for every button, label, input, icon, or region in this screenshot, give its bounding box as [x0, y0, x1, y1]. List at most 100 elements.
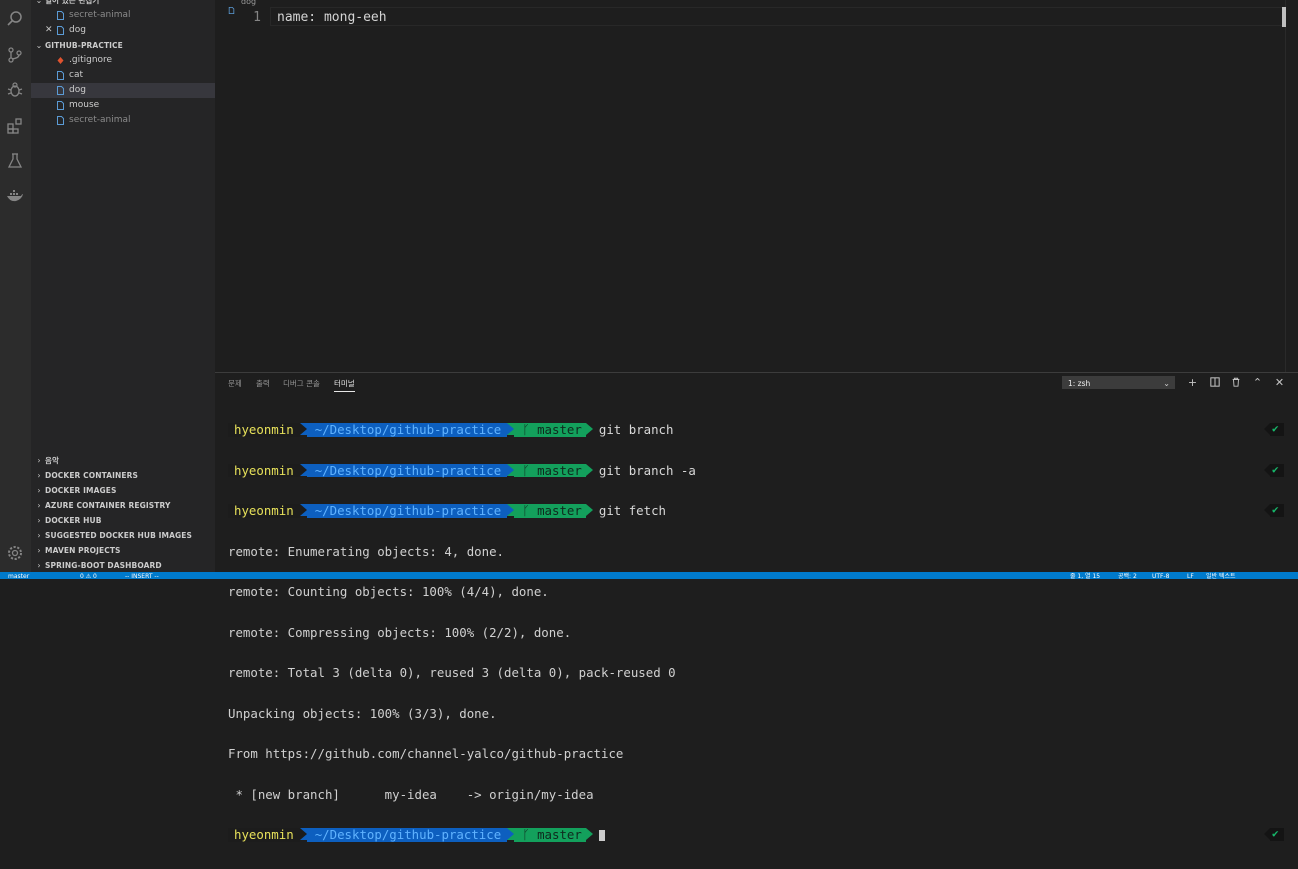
section-maven-projects[interactable]: › MAVEN PROJECTS — [31, 543, 215, 558]
status-check-icon: ✔ — [1264, 827, 1286, 841]
editor-area[interactable]: dog 1 name: mong-eeh — [215, 0, 1298, 372]
terminal-prompt-line[interactable]: hyeonmin ~/Desktop/github-practice ᚴ maste… — [228, 827, 1284, 842]
file-tree-item[interactable]: cat — [31, 68, 215, 83]
source-control-icon[interactable] — [4, 44, 26, 66]
project-folder-header[interactable]: ⌄ GITHUB-PRACTICE — [31, 38, 215, 53]
prompt-user: hyeonmin — [228, 828, 300, 842]
minimap[interactable] — [1285, 0, 1298, 372]
tab-debug-console[interactable]: 디버그 콘솔 — [283, 378, 320, 389]
status-indent[interactable]: 공백: 2 — [1118, 572, 1137, 581]
close-panel-icon[interactable]: ✕ — [1273, 376, 1286, 389]
terminal-command: git fetch — [598, 503, 666, 518]
terminal-output-line: * [new branch] my-idea -> origin/my-idea — [228, 786, 594, 802]
terminal-command: git branch -a — [598, 462, 696, 478]
terminal-output-line: remote: Counting objects: 100% (4/4), do… — [228, 584, 549, 599]
status-branch[interactable]: master — [8, 572, 29, 581]
bottom-panel: 문제 출력 디버그 콘솔 터미널 1: zsh ⌄ + ⌃ ✕ hyeonmin… — [215, 372, 1298, 842]
tab-terminal[interactable]: 터미널 — [334, 378, 355, 389]
prompt-user: hyeonmin — [228, 423, 300, 437]
prompt-branch: master — [537, 503, 582, 518]
file-tree-item-active[interactable]: dog — [31, 83, 215, 98]
section-azure-registry[interactable]: › AZURE CONTAINER REGISTRY — [31, 498, 215, 513]
prompt-separator-arrow — [507, 504, 515, 516]
file-tree-item[interactable]: mouse — [31, 98, 215, 113]
file-icon — [228, 0, 235, 14]
status-vim-mode: -- INSERT -- — [125, 573, 159, 580]
chevron-right-icon: › — [37, 516, 41, 525]
terminal-prompt-line: hyeonmin ~/Desktop/github-practice ᚴ maste… — [228, 503, 1284, 518]
current-line-highlight — [270, 7, 1285, 26]
debug-icon[interactable] — [4, 79, 26, 101]
prompt-branch-segment: ᚴ master — [514, 462, 586, 478]
tab-problems[interactable]: 문제 — [228, 378, 242, 389]
git-branch-icon: ᚴ — [522, 503, 530, 518]
terminal-output[interactable]: hyeonmin ~/Desktop/github-practice ᚴ maste… — [228, 396, 1284, 869]
chevron-right-icon: › — [37, 531, 41, 540]
terminal-select[interactable]: 1: zsh ⌄ — [1062, 376, 1175, 389]
status-eol[interactable]: LF — [1187, 572, 1194, 581]
git-file-icon — [57, 56, 64, 65]
terminal-output-line: From https://github.com/channel-yalco/gi… — [228, 746, 624, 761]
section-suggested-images[interactable]: › SUGGESTED DOCKER HUB IMAGES — [31, 528, 215, 543]
editor-tab-label[interactable]: dog — [241, 0, 256, 6]
prompt-separator-arrow — [585, 423, 593, 435]
status-language[interactable]: 일반 텍스트 — [1206, 572, 1236, 581]
chevron-right-icon: › — [37, 471, 41, 480]
terminal-output-line: remote: Enumerating objects: 4, done. — [228, 543, 505, 559]
extensions-icon[interactable] — [4, 115, 26, 137]
prompt-separator-arrow — [507, 423, 515, 435]
terminal-cursor — [598, 830, 605, 841]
file-tree-item[interactable]: .gitignore — [31, 53, 215, 68]
prompt-path: ~/Desktop/github-practice — [306, 504, 508, 518]
file-icon — [57, 101, 64, 110]
prompt-separator-arrow — [585, 828, 593, 840]
settings-gear-icon[interactable] — [4, 542, 26, 564]
close-icon[interactable]: ✕ — [45, 23, 53, 38]
status-check-icon: ✔ — [1264, 422, 1286, 436]
tab-output[interactable]: 출력 — [256, 378, 270, 389]
chevron-down-icon: ⌄ — [35, 0, 43, 5]
scrollbar-thumb[interactable] — [1282, 7, 1286, 27]
prompt-separator-arrow — [299, 423, 307, 435]
chevron-right-icon: › — [37, 486, 41, 495]
prompt-separator-arrow — [585, 463, 593, 476]
code-line[interactable]: name: mong-eeh — [277, 10, 387, 25]
section-music[interactable]: › 음악 — [31, 453, 215, 468]
prompt-separator-arrow — [299, 828, 307, 840]
docker-icon[interactable] — [4, 185, 26, 207]
maximize-panel-chevron-up-icon[interactable]: ⌃ — [1251, 376, 1264, 389]
file-tree-item[interactable]: secret-animal — [31, 113, 215, 128]
prompt-branch: master — [537, 462, 582, 478]
prompt-separator-arrow — [299, 504, 307, 516]
section-docker-images[interactable]: › DOCKER IMAGES — [31, 483, 215, 498]
chevron-down-icon: ⌄ — [1163, 379, 1170, 388]
terminal-prompt-line: hyeonmin ~/Desktop/github-practice ᚴ maste… — [228, 462, 1284, 478]
prompt-path: ~/Desktop/github-practice — [306, 423, 508, 437]
chevron-right-icon: › — [37, 561, 41, 570]
terminal-output-line: remote: Compressing objects: 100% (2/2),… — [228, 624, 572, 640]
status-problems[interactable]: 0 ⚠ 0 — [80, 572, 97, 581]
chevron-right-icon: › — [37, 501, 41, 510]
search-icon[interactable] — [4, 8, 26, 30]
prompt-separator-arrow — [507, 828, 515, 840]
status-encoding[interactable]: UTF-8 — [1152, 572, 1170, 581]
section-spring-boot[interactable]: › SPRING-BOOT DASHBOARD — [31, 558, 215, 572]
prompt-branch-segment: ᚴ master — [514, 828, 586, 842]
status-check-icon: ✔ — [1264, 463, 1286, 477]
status-bar: master 0 ⚠ 0 -- INSERT -- 줄 1, 열 15 공백: … — [0, 572, 1298, 581]
prompt-user: hyeonmin — [228, 463, 300, 477]
testing-flask-icon[interactable] — [4, 150, 26, 172]
status-cursor-position[interactable]: 줄 1, 열 15 — [1070, 572, 1100, 581]
file-icon — [57, 26, 64, 35]
section-docker-hub[interactable]: › DOCKER HUB — [31, 513, 215, 528]
open-editor-item[interactable]: secret-animal — [31, 8, 215, 23]
trash-icon[interactable] — [1229, 376, 1242, 389]
open-editors-header[interactable]: ⌄ 열어 있는 편집기 — [31, 0, 215, 8]
prompt-separator-arrow — [585, 504, 593, 516]
open-editor-item[interactable]: ✕ dog — [31, 23, 215, 38]
terminal-command: git branch — [598, 422, 674, 437]
split-terminal-icon[interactable] — [1208, 376, 1221, 389]
activity-bar — [0, 0, 31, 572]
section-docker-containers[interactable]: › DOCKER CONTAINERS — [31, 468, 215, 483]
new-terminal-plus-icon[interactable]: + — [1186, 376, 1199, 389]
